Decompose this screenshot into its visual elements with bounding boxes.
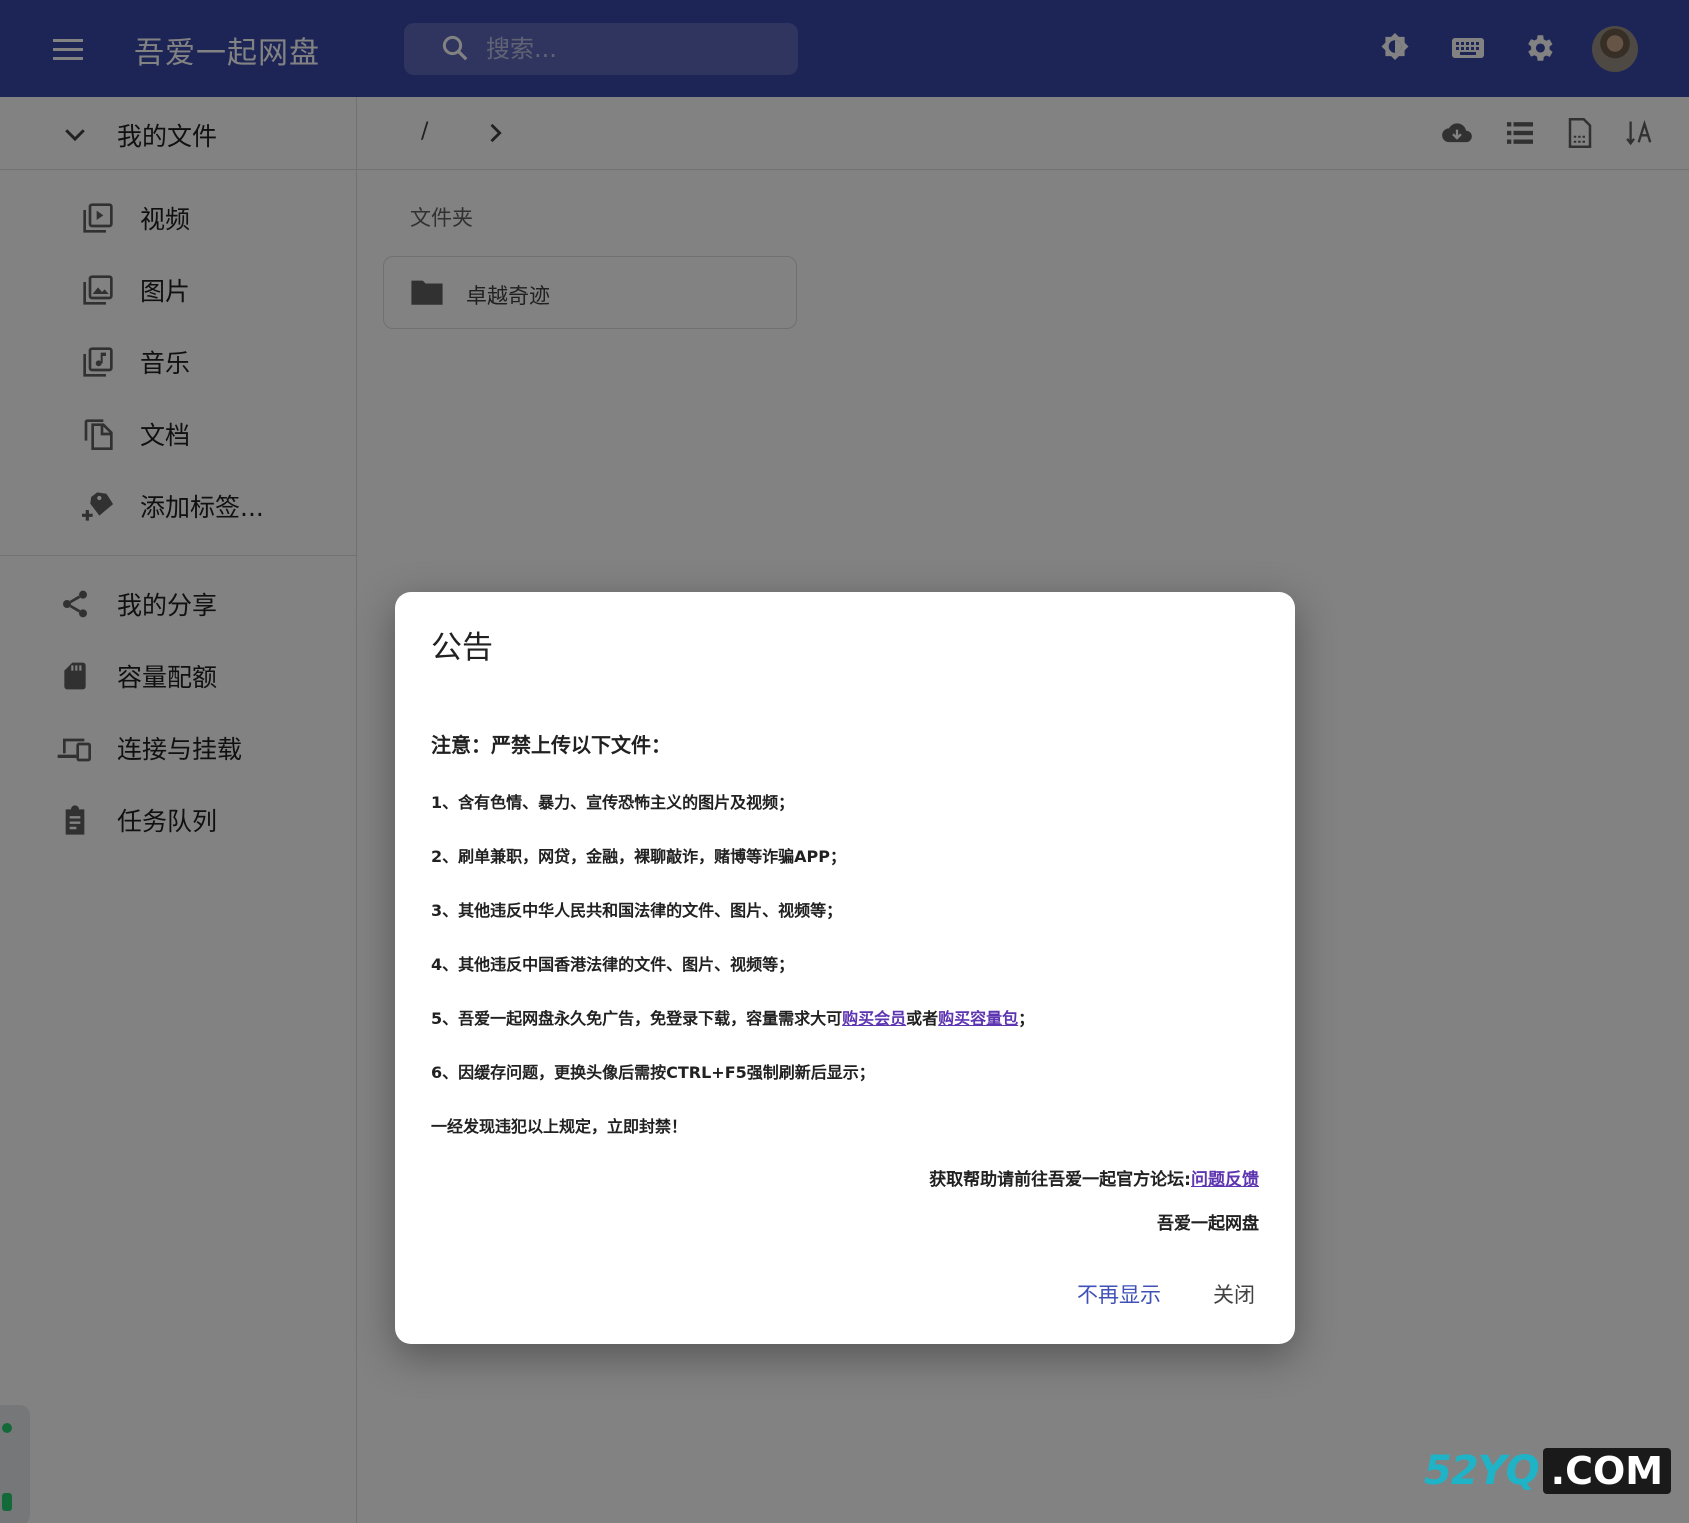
help-line: 获取帮助请前往吾爱一起官方论坛:问题反馈 [929,1165,1259,1190]
dont-show-again-button[interactable]: 不再显示 [1065,1272,1173,1316]
site-watermark: 52YQ .COM [1424,1448,1672,1494]
rule-item: 6、因缓存问题，更换头像后需按CTRL+F5强制刷新后显示； [431,1063,875,1082]
close-button[interactable]: 关闭 [1201,1272,1267,1316]
buy-membership-link[interactable]: 购买会员 [842,1009,906,1028]
rule-text: 或者 [906,1009,939,1028]
dialog-title: 公告 [431,630,493,666]
notice-heading: 注意：严禁上传以下文件： [431,733,671,757]
rule-item: 5、吾爱一起网盘永久免广告，免登录下载，容量需求大可购买会员或者购买容量包； [431,1005,1034,1029]
rule-text: ； [1018,1009,1035,1028]
rule-item: 2、刷单兼职，网贷，金融，裸聊敲诈，赌博等诈骗APP； [431,847,846,866]
dialog-signature: 吾爱一起网盘 [1157,1214,1259,1234]
watermark-left: 52YQ [1424,1448,1540,1494]
feedback-link[interactable]: 问题反馈 [1191,1170,1259,1190]
rule-text: 5、吾爱一起网盘永久免广告，免登录下载，容量需求大可 [431,1009,843,1028]
help-text: 获取帮助请前往吾爱一起官方论坛: [929,1170,1191,1190]
rule-item: 1、含有色情、暴力、宣传恐怖主义的图片及视频； [431,793,795,812]
rule-item: 4、其他违反中国香港法律的文件、图片、视频等； [431,955,795,974]
announcement-dialog: 公告 注意：严禁上传以下文件： 1、含有色情、暴力、宣传恐怖主义的图片及视频； … [395,592,1295,1344]
rule-item: 3、其他违反中华人民共和国法律的文件、图片、视频等； [431,901,843,920]
watermark-right: .COM [1542,1448,1672,1494]
buy-storage-pack-link[interactable]: 购买容量包 [938,1009,1018,1028]
ban-warning: 一经发现违犯以上规定，立即封禁！ [431,1117,688,1136]
